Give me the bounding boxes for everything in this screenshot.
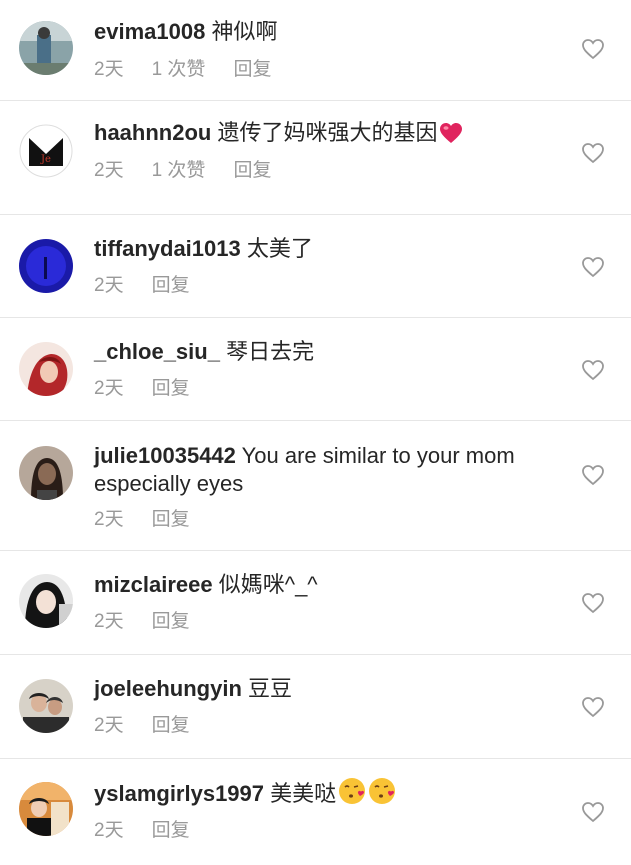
comment-text: evima1008 神似啊 — [94, 18, 539, 46]
comment-meta: 2天 回复 — [94, 610, 218, 634]
comment-row: tiffanydai1013 太美了 2天 回复 — [0, 215, 631, 318]
comment-text: haahnn2ou 遗传了妈咪强大的基因 — [94, 119, 539, 151]
reply-button[interactable]: 回复 — [152, 274, 190, 298]
heart-outline-icon — [582, 465, 604, 486]
avatar[interactable] — [19, 782, 73, 836]
username-link[interactable]: tiffanydai1013 — [94, 236, 241, 261]
timestamp: 2天 — [94, 611, 124, 632]
comment-meta: 2天 1 次赞 回复 — [94, 58, 299, 82]
like-button[interactable] — [581, 592, 605, 614]
heart-outline-icon — [582, 143, 604, 164]
comment-body: 神似啊 — [205, 19, 278, 44]
comment-row: mizclaireee 似媽咪^_^ 2天 回复 — [0, 551, 631, 655]
avatar[interactable] — [19, 239, 73, 293]
comment-row: _chloe_siu_ 琴日去完 2天 回复 — [0, 318, 631, 421]
comment-row: evima1008 神似啊 2天 1 次赞 回复 — [0, 0, 631, 101]
comment-body: 似媽咪^_^ — [212, 572, 318, 597]
comment-meta: 2天 回复 — [94, 508, 218, 532]
timestamp: 2天 — [94, 160, 124, 181]
like-button[interactable] — [581, 359, 605, 381]
comment-row: yslamgirlys1997 美美哒 2天 回复 — [0, 759, 631, 865]
heart-outline-icon — [582, 39, 604, 60]
red-heart-emoji — [439, 122, 463, 151]
avatar[interactable] — [19, 679, 73, 733]
comment-body: 美美哒 — [264, 781, 337, 806]
timestamp: 2天 — [94, 275, 124, 296]
comment-row: joeleehungyin 豆豆 2天 回复 — [0, 655, 631, 759]
username-link[interactable]: evima1008 — [94, 19, 205, 44]
comment-meta: 2天 回复 — [94, 714, 218, 738]
comment-text: yslamgirlys1997 美美哒 — [94, 777, 539, 812]
heart-outline-icon — [582, 697, 604, 718]
avatar[interactable] — [19, 21, 73, 75]
like-button[interactable] — [581, 38, 605, 60]
comment-text: _chloe_siu_ 琴日去完 — [94, 338, 539, 366]
comment-body: 太美了 — [240, 236, 313, 261]
reply-button[interactable]: 回复 — [152, 377, 190, 401]
heart-outline-icon — [582, 802, 604, 823]
username-link[interactable]: haahnn2ou — [94, 120, 211, 145]
comment-row: julie10035442 You are similar to your mo… — [0, 421, 631, 551]
heart-outline-icon — [582, 593, 604, 614]
username-link[interactable]: yslamgirlys1997 — [94, 781, 264, 806]
heart-outline-icon — [582, 257, 604, 278]
comment-list: evima1008 神似啊 2天 1 次赞 回复 Je haahnn2ou 遗传了妈… — [0, 0, 631, 865]
comment-body: 豆豆 — [241, 676, 293, 701]
username-link[interactable]: julie10035442 — [94, 443, 236, 468]
reply-button[interactable]: 回复 — [233, 58, 271, 82]
face-blowing-kiss-emoji — [338, 777, 366, 812]
like-count[interactable]: 1 次赞 — [152, 58, 206, 82]
comment-text: joeleehungyin 豆豆 — [94, 675, 539, 703]
timestamp: 2天 — [94, 509, 124, 530]
comment-body: 琴日去完 — [219, 339, 315, 364]
like-button[interactable] — [581, 256, 605, 278]
like-button[interactable] — [581, 801, 605, 823]
comment-body: 遗传了妈咪强大的基因 — [211, 120, 438, 145]
comment-row: Je haahnn2ou 遗传了妈咪强大的基因 2天 1 次赞 回复 — [0, 101, 631, 215]
timestamp: 2天 — [94, 820, 124, 841]
reply-button[interactable]: 回复 — [152, 508, 190, 532]
svg-text:Je: Je — [40, 154, 51, 165]
timestamp: 2天 — [94, 378, 124, 399]
reply-button[interactable]: 回复 — [152, 819, 190, 843]
comment-text: tiffanydai1013 太美了 — [94, 235, 539, 263]
comment-text: julie10035442 You are similar to your mo… — [94, 442, 539, 498]
reply-button[interactable]: 回复 — [152, 714, 190, 738]
comment-meta: 2天 1 次赞 回复 — [94, 159, 299, 183]
avatar[interactable] — [19, 342, 73, 396]
username-link[interactable]: mizclaireee — [94, 572, 213, 597]
reply-button[interactable]: 回复 — [152, 610, 190, 634]
heart-outline-icon — [582, 360, 604, 381]
comment-meta: 2天 回复 — [94, 819, 218, 843]
timestamp: 2天 — [94, 715, 124, 736]
avatar[interactable]: Je — [19, 124, 73, 178]
like-button[interactable] — [581, 696, 605, 718]
comment-meta: 2天 回复 — [94, 274, 218, 298]
username-link[interactable]: joeleehungyin — [94, 676, 242, 701]
like-count[interactable]: 1 次赞 — [152, 159, 206, 183]
username-link[interactable]: _chloe_siu_ — [94, 339, 220, 364]
comment-text: mizclaireee 似媽咪^_^ — [94, 571, 539, 599]
avatar[interactable] — [19, 446, 73, 500]
face-blowing-kiss-emoji — [368, 777, 396, 812]
comment-meta: 2天 回复 — [94, 377, 218, 401]
avatar[interactable] — [19, 574, 73, 628]
like-button[interactable] — [581, 142, 605, 164]
reply-button[interactable]: 回复 — [233, 159, 271, 183]
like-button[interactable] — [581, 464, 605, 486]
timestamp: 2天 — [94, 59, 124, 80]
